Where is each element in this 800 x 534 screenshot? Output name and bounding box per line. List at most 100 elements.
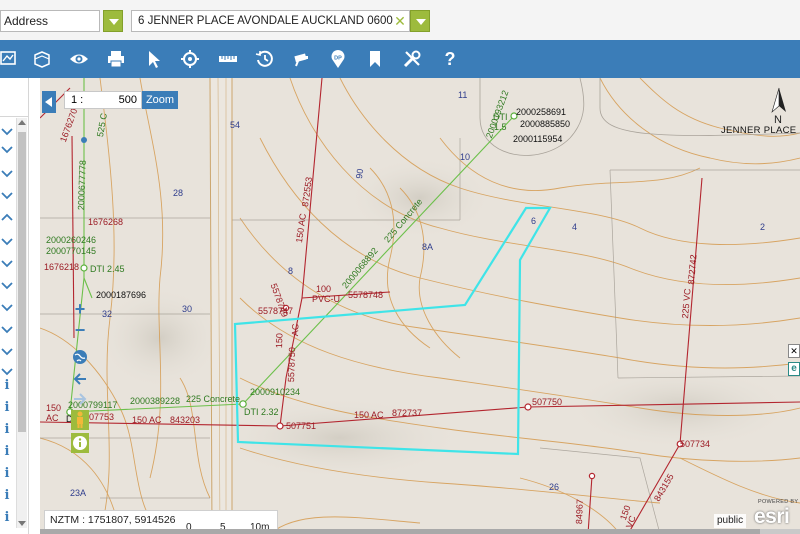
asset-id-label: PVC-U [312,294,341,304]
info-icon[interactable] [71,433,89,453]
address-search-input[interactable]: 6 JENNER PLACE AVONDALE AUCKLAND 0600 [131,10,410,32]
layer-expand-chevron-icon[interactable] [0,234,14,248]
collapse-panel-button[interactable] [42,91,56,113]
layer-expand-chevron-icon[interactable] [0,278,14,292]
next-extent-icon[interactable] [71,390,89,408]
side-panel-e-icon[interactable]: e [788,362,800,376]
layer-expand-chevron-icon[interactable] [0,142,14,156]
coordinates-readout: NZTM : 1751807, 5914526 [44,510,278,530]
asset-id-label: 507751 [286,421,317,431]
left-panel-header [0,78,28,117]
street-view-person-icon[interactable] [71,410,89,430]
full-extent-globe-icon[interactable] [71,348,89,366]
parcel-number-label: 4 [572,222,578,232]
parcel-number-label: 8 [288,266,294,276]
asset-id-label: 5578748 [348,290,384,300]
parcel-number-label: 54 [230,120,241,130]
scroll-up-icon[interactable] [18,120,26,125]
asset-id-label: 843203 [170,415,201,425]
search-type-select[interactable]: Address [0,10,100,32]
parcel-number-label: 30 [182,304,193,314]
layer-info-icon[interactable]: i [3,378,11,393]
address-dropdown-button[interactable] [410,10,430,32]
pipe-label: 5578750 [286,346,298,383]
asset-id-label: 872737 [392,408,423,418]
esri-logo[interactable]: POWERED BY esri [752,499,800,531]
dp-marker-icon[interactable]: DP [326,47,350,71]
pipe-label: 90 [354,168,366,180]
view-eye-icon[interactable] [67,47,91,71]
public-label: public [714,514,747,528]
close-side-panel-icon[interactable]: ✕ [788,344,800,358]
parcel-number-label: 11 [458,90,468,100]
asset-id-label: 2000910234 [250,387,301,397]
pipe-label: 84967 [574,498,585,525]
asset-id-label: 2000115954 [513,134,563,144]
pipe-label: 2000677778 [76,159,88,211]
asset-id-label: 2000260246 [46,235,97,245]
asset-id-label: 150 AC [354,410,384,420]
pipe-label: 150 [274,332,285,349]
parcel-number-label: 10 [460,152,471,162]
layer-expand-chevron-icon[interactable] [0,188,14,202]
scale-prefix: 1 : [71,94,84,106]
layer-expand-chevron-icon[interactable] [0,322,14,336]
layer-info-icon[interactable]: i [3,488,11,503]
layer-expand-chevron-icon[interactable] [0,166,14,180]
layer-info-icon[interactable]: i [3,400,11,415]
layer-info-icon[interactable]: i [3,466,11,481]
asset-id-label: 2000258691 [516,107,567,117]
asset-id-label: AC [46,413,59,423]
layer-info-icon[interactable]: i [3,444,11,459]
parcel-number-label: 8A [422,242,434,252]
asset-id-label: 150 AC [132,415,162,425]
asset-id-label: 2000770145 [46,246,97,256]
streetview-camera-icon[interactable] [290,47,314,71]
coords-text: NZTM : 1751807, 5914526 [50,514,176,526]
zoom-button[interactable]: Zoom [142,91,178,109]
scroll-down-icon[interactable] [18,521,26,526]
esri-name: esri [754,505,790,528]
map-horizontal-scrollbar[interactable] [40,529,800,534]
parcel-number-label: 28 [173,188,184,198]
search-bar: Address 6 JENNER PLACE AVONDALE AUCKLAND… [0,0,800,41]
help-icon[interactable]: ? [438,47,462,71]
tools-icon[interactable] [400,47,424,71]
asset-id-label: 507750 [532,397,563,407]
layer-info-icon[interactable]: i [3,510,11,525]
left-panel-scrollbar[interactable] [16,118,27,528]
locate-target-icon[interactable] [178,47,202,71]
asset-id-label: 1676268 [88,217,124,227]
layer-expand-chevron-icon[interactable] [0,344,14,358]
horizontal-scroll-thumb[interactable] [40,529,760,534]
layer-expand-chevron-icon[interactable] [0,211,14,225]
layer-expand-chevron-icon[interactable] [0,300,14,314]
print-icon[interactable] [104,47,128,71]
zoom-out-icon[interactable]: − [71,320,89,340]
map-view[interactable]: 11 10 6 4 2 8A 8 28 30 32 23A 26 54 2000258691 2000885… [40,78,800,534]
dp-marker-label: DP [334,56,342,62]
layer-info-icon[interactable]: i [3,422,11,437]
north-arrow-icon [771,87,786,113]
select-pointer-icon[interactable] [142,47,166,71]
asset-id-label: 2000885850 [520,119,571,129]
north-arrow: N [766,86,792,132]
clear-search-icon[interactable]: ✕ [392,10,408,32]
parcel-number-label: 6 [531,216,537,226]
scale-input[interactable]: 1 : 500 [64,91,142,109]
layer-expand-chevron-icon[interactable] [0,124,14,138]
zoom-in-icon[interactable]: + [71,299,89,319]
search-type-dropdown-button[interactable] [103,10,123,32]
previous-extent-icon[interactable] [71,370,89,388]
history-clock-icon[interactable] [253,47,277,71]
measure-ruler-icon[interactable] [216,47,240,71]
asset-id-label: 150 [46,403,62,413]
layer-expand-chevron-icon[interactable] [0,256,14,270]
parcel-number-label: 32 [102,309,113,319]
layer-expand-chevron-icon[interactable] [0,364,14,378]
asset-id-label: DTI 2.45 [90,264,125,274]
bookmark-icon[interactable] [363,47,387,71]
map-layers-icon[interactable] [0,47,20,71]
scroll-thumb[interactable] [18,132,26,432]
basemap-icon[interactable] [30,47,54,71]
